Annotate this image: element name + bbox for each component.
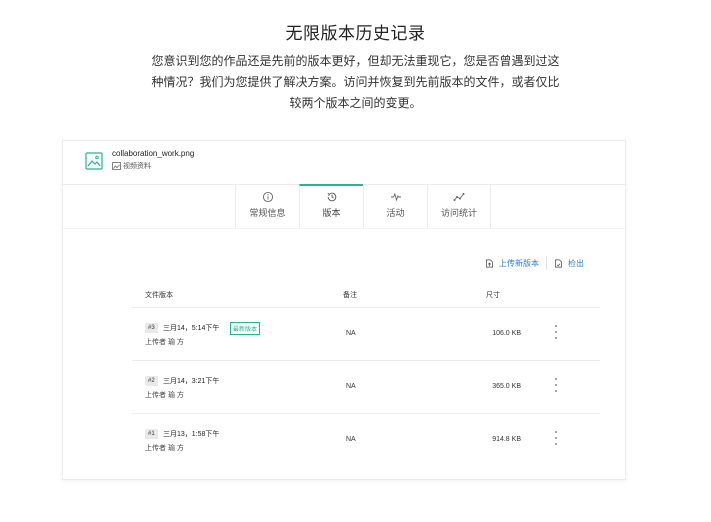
more-options-icon[interactable] xyxy=(552,325,560,339)
header-size: 尺寸 xyxy=(486,292,500,299)
info-icon xyxy=(262,191,273,203)
history-icon xyxy=(327,192,336,202)
tab-versions[interactable]: 版本 xyxy=(299,184,363,228)
stats-icon xyxy=(453,193,465,201)
folder-image-icon xyxy=(112,162,121,170)
upload-new-version-label: 上传新版本 xyxy=(499,258,539,268)
version-note: NA xyxy=(346,383,356,390)
version-size: 106.0 KB xyxy=(492,330,521,337)
latest-version-badge: 最新版本 xyxy=(230,322,261,335)
version-badge: #1 xyxy=(145,429,158,439)
tab-general[interactable]: 常规信息 xyxy=(235,184,299,228)
version-uploader: 上传者 瑜 方 xyxy=(145,392,184,399)
tab-access-stats-label: 访问统计 xyxy=(440,208,477,218)
version-date: 三月14，3:21下午 xyxy=(163,378,220,385)
version-note: NA xyxy=(346,330,356,337)
file-type: 视频资料 xyxy=(112,161,151,171)
tab-activity[interactable]: 活动 xyxy=(363,184,427,228)
version-date: 三月14，5:14下午 xyxy=(163,325,220,332)
header-version: 文件版本 xyxy=(145,292,173,299)
more-options-icon[interactable] xyxy=(552,378,560,392)
version-table: 文件版本 备注 尺寸 #3 三月14，5:14下午 最新版本 上传者 瑜 方 N… xyxy=(132,283,600,466)
tab-activity-label: 活动 xyxy=(386,208,405,218)
upload-file-icon xyxy=(485,259,494,267)
version-date: 三月13，1:58下午 xyxy=(163,431,220,438)
hero-description: 您意识到您的作品还是先前的版本更好，但却无法重现它，您是否曾遇到过这种情况？我们… xyxy=(151,54,560,110)
tab-general-label: 常规信息 xyxy=(249,208,286,218)
header-note: 备注 xyxy=(343,292,357,299)
version-size: 365.0 KB xyxy=(492,383,521,390)
tab-divider xyxy=(63,228,625,229)
version-card: collaboration_work.png 视频资料 常规信息 版本 活动 访… xyxy=(62,140,626,480)
table-row[interactable]: #3 三月14，5:14下午 最新版本 上传者 瑜 方 NA 106.0 KB xyxy=(132,308,600,361)
table-header: 文件版本 备注 尺寸 xyxy=(132,283,600,308)
checkout-label: 检出 xyxy=(568,258,584,268)
checkout-button[interactable]: 检出 xyxy=(554,258,584,269)
tab-bar: 常规信息 版本 活动 访问统计 xyxy=(235,184,491,228)
version-size: 914.8 KB xyxy=(492,436,521,443)
file-type-label: 视频资料 xyxy=(123,163,151,170)
activity-icon xyxy=(390,192,401,202)
upload-new-version-button[interactable]: 上传新版本 xyxy=(485,258,539,269)
hero-title: 无限版本历史记录 xyxy=(285,24,426,43)
version-badge: #3 xyxy=(145,323,158,333)
table-row[interactable]: #2 三月14，3:21下午 上传者 瑜 方 NA 365.0 KB xyxy=(132,361,600,414)
file-header: collaboration_work.png 视频资料 xyxy=(63,141,625,185)
actions-divider xyxy=(546,256,547,270)
tab-access-stats[interactable]: 访问统计 xyxy=(427,184,491,228)
more-options-icon[interactable] xyxy=(552,431,560,445)
image-file-icon xyxy=(85,152,103,170)
file-name: collaboration_work.png xyxy=(112,149,195,158)
version-uploader: 上传者 瑜 方 xyxy=(145,339,184,346)
version-uploader: 上传者 瑜 方 xyxy=(145,445,184,452)
version-badge: #2 xyxy=(145,376,158,386)
tab-versions-label: 版本 xyxy=(322,208,341,218)
table-row[interactable]: #1 三月13，1:58下午 上传者 瑜 方 NA 914.8 KB xyxy=(132,414,600,466)
version-note: NA xyxy=(346,436,356,443)
version-actions: 上传新版本 检出 xyxy=(485,256,584,270)
checkout-file-icon xyxy=(554,259,563,267)
